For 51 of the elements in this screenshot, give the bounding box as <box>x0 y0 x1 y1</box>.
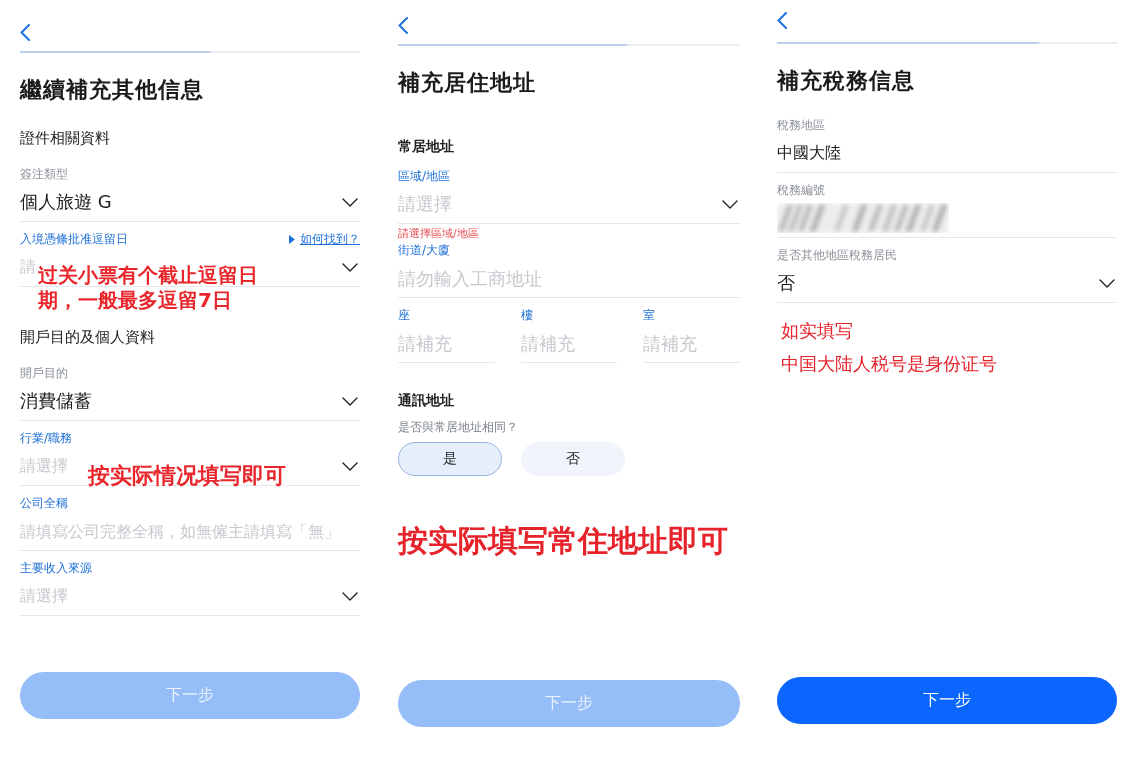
chevron-left-icon <box>777 11 787 29</box>
field-label: 主要收入來源 <box>20 560 92 576</box>
error-text: 請選擇區域/地區 <box>398 228 480 240</box>
field-label: 區域/地區 <box>398 168 451 184</box>
annotation-text: 中国大陆人税号是身份证号 <box>780 353 998 375</box>
chevron-down-icon <box>342 197 358 207</box>
chevron-down-icon <box>1099 278 1115 288</box>
page-title: 補充居住地址 <box>398 69 537 97</box>
chevron-left-icon <box>398 16 408 34</box>
select-field[interactable]: 消費儲蓄 <box>20 381 360 421</box>
select-field[interactable]: 個人旅遊 G <box>20 182 360 222</box>
option-button[interactable]: 是 <box>398 442 502 476</box>
section-heading: 證件相關資料 <box>20 128 111 148</box>
field-label: 座 <box>398 307 410 323</box>
field-label: 是否其他地區稅務居民 <box>777 247 897 263</box>
section-heading: 常居地址 <box>398 137 455 156</box>
chevron-down-icon <box>342 262 358 272</box>
text-input[interactable]: 中國大陸 <box>777 133 1117 173</box>
page-title: 繼續補充其他信息 <box>20 76 205 104</box>
next-button[interactable]: 下一步 <box>777 677 1117 724</box>
annotation-text: 按实际情况填写即可 <box>88 463 286 489</box>
section-heading: 開戶目的及個人資料 <box>20 327 156 347</box>
annotation-text: 按实际填写常住地址即可 <box>398 523 729 559</box>
field-label: 室 <box>643 307 656 323</box>
chevron-down-icon <box>342 461 358 471</box>
field-label: 開戶目的 <box>20 365 68 381</box>
section-heading: 通訊地址 <box>398 391 455 410</box>
field-label: 入境憑條批准逗留日 <box>20 231 128 247</box>
chevron-down-icon <box>722 199 738 209</box>
text-input[interactable]: 請補充 <box>520 323 618 363</box>
field-label: 行業/職務 <box>20 430 73 446</box>
option-button[interactable]: 否 <box>521 442 625 476</box>
field-label: 公司全稱 <box>20 495 68 511</box>
chevron-down-icon <box>342 396 358 406</box>
field-label: 稅務地區 <box>777 117 825 133</box>
text-input[interactable]: 請補充 <box>643 323 740 363</box>
question-text: 是否與常居地址相同？ <box>398 419 519 435</box>
field-label: 簽注類型 <box>20 166 68 182</box>
text-input[interactable]: 請勿輸入工商地址 <box>398 258 740 298</box>
select-field[interactable]: 否 <box>777 263 1117 303</box>
page-title: 補充稅務信息 <box>777 67 916 95</box>
text-input[interactable]: 請填寫公司完整全稱，如無僱主請填寫「無」 <box>20 511 360 551</box>
field-label: 街道/大廈 <box>398 242 451 258</box>
text-input[interactable]: 請補充 <box>398 323 495 363</box>
chevron-left-icon <box>20 23 30 41</box>
help-link[interactable]: 如何找到？ <box>289 231 360 247</box>
caret-right-icon <box>289 234 295 244</box>
chevron-down-icon <box>342 591 358 601</box>
field-label: 稅務編號 <box>777 182 825 198</box>
field-label: 樓 <box>520 307 533 323</box>
annotation-text: 如实填写 <box>780 320 854 342</box>
